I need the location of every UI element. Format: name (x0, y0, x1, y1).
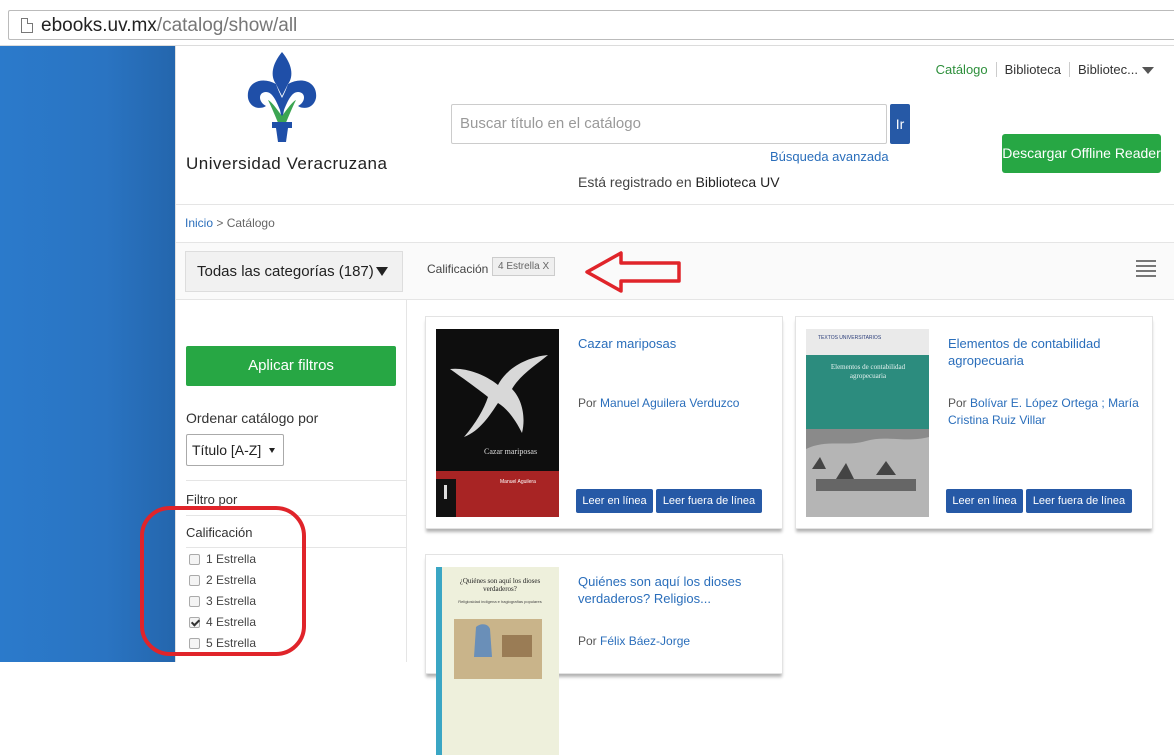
cover-author: Manuel Aguilera (500, 479, 536, 485)
by-prefix: Por (578, 396, 597, 410)
registered-prefix: Está registrado en (578, 174, 692, 190)
author-link[interactable]: Félix Báez-Jorge (600, 634, 690, 648)
search-button[interactable]: Ir (890, 104, 910, 144)
book-author: Por Félix Báez-Jorge (578, 633, 778, 650)
book-card: ¿Quiénes son aquí los dioses verdaderos?… (425, 554, 783, 755)
order-select-value: Título [A-Z] (192, 442, 262, 458)
author-link[interactable]: Manuel Aguilera Verduzco (600, 396, 739, 410)
cover-title: Cazar mariposas (484, 447, 538, 456)
book-cover-elementos-contabilidad[interactable]: TEXTOS UNIVERSITARIOS Elementos de conta… (806, 329, 929, 517)
cover-photo-icon (806, 329, 929, 517)
filter-sidebar: Aplicar filtros Ordenar catálogo por Tít… (140, 300, 407, 662)
active-filter-label: Calificación : (427, 262, 496, 276)
select-arrow-icon (269, 448, 275, 453)
by-prefix: Por (578, 634, 597, 648)
author-link[interactable]: Bolívar E. López Ortega ; María Cristina… (948, 396, 1139, 427)
divider (186, 480, 406, 481)
red-circle-annotation (140, 506, 306, 656)
top-navigation: Catálogo Biblioteca Bibliotec... (928, 62, 1162, 77)
book-cover-quienes-son[interactable]: ¿Quiénes son aquí los dioses verdaderos?… (436, 567, 559, 755)
categories-dropdown-label: Todas las categorías (187) (197, 263, 374, 280)
read-online-button[interactable]: Leer en línea (946, 489, 1023, 513)
url-text: ebooks.uv.mx/catalog/show/all (41, 15, 297, 37)
cover-figure-icon (436, 329, 559, 517)
registration-status: Está registrado en Biblioteca UV (578, 174, 780, 190)
read-offline-button[interactable]: Leer fuera de línea (1026, 489, 1132, 513)
cover-series: TEXTOS UNIVERSITARIOS (818, 335, 882, 341)
nav-catalogo-link[interactable]: Catálogo (928, 62, 996, 77)
book-card: Cazar mariposas Manuel Aguilera Cazar ma… (425, 316, 783, 529)
book-title-link[interactable]: Elementos de contabilidad agropecuaria (948, 335, 1143, 369)
order-select[interactable]: Título [A-Z] (186, 434, 284, 466)
breadcrumb-separator: > (216, 216, 224, 230)
site-container: Universidad Veracruzana Catálogo Bibliote… (140, 46, 1174, 755)
url-path: /catalog/show/all (156, 15, 298, 36)
red-arrow-annotation (585, 251, 681, 293)
browser-address-bar: ebooks.uv.mx/catalog/show/all (0, 0, 1174, 46)
search-input[interactable]: Buscar título en el catálogo (451, 104, 887, 144)
book-title-link[interactable]: Cazar mariposas (578, 335, 773, 352)
cover-title: Elementos de contabilidad agropecuaria (830, 363, 906, 380)
cover-subtitle: Religiosidad indígena e hagiografías pop… (458, 599, 542, 604)
read-offline-button[interactable]: Leer fuera de línea (656, 489, 762, 513)
book-cover-cazar-mariposas[interactable]: Cazar mariposas Manuel Aguilera (436, 329, 559, 517)
url-field[interactable]: ebooks.uv.mx/catalog/show/all (8, 10, 1174, 40)
cover-title: ¿Quiénes son aquí los dioses verdaderos? (459, 577, 541, 593)
breadcrumb: Inicio > Catálogo (185, 216, 275, 230)
nav-library-label: Bibliotec... (1078, 62, 1138, 77)
nav-biblioteca-link[interactable]: Biblioteca (995, 62, 1069, 77)
url-host: ebooks.uv.mx (41, 15, 157, 36)
breadcrumb-home-link[interactable]: Inicio (185, 216, 213, 230)
apply-filters-button[interactable]: Aplicar filtros (186, 346, 396, 386)
triangle-down-icon (376, 267, 388, 276)
download-offline-reader-button[interactable]: Descargar Offline Reader (1002, 134, 1161, 173)
university-logo[interactable]: Universidad Veracruzana (186, 50, 388, 180)
book-card: TEXTOS UNIVERSITARIOS Elementos de conta… (795, 316, 1153, 529)
breadcrumb-current: Catálogo (226, 216, 275, 230)
nav-library-dropdown[interactable]: Bibliotec... (1069, 62, 1162, 77)
divider (176, 204, 1174, 205)
categories-dropdown[interactable]: Todas las categorías (187) (185, 251, 403, 292)
list-view-icon[interactable] (1136, 260, 1156, 280)
cover-painting-icon (436, 567, 559, 755)
active-filter-tag[interactable]: 4 Estrella X (492, 257, 556, 276)
order-label: Ordenar catálogo por (186, 410, 319, 426)
book-title-link[interactable]: Quiénes son aquí los dioses verdaderos? … (578, 573, 773, 607)
page-icon (21, 18, 33, 33)
book-author: Por Bolívar E. López Ortega ; María Cris… (948, 395, 1148, 429)
advanced-search-link[interactable]: Búsqueda avanzada (770, 149, 889, 164)
filter-label: Filtro por (186, 492, 238, 507)
filter-bar: Todas las categorías (187) Calificación … (176, 243, 1174, 300)
book-author: Por Manuel Aguilera Verduzco (578, 395, 778, 412)
caret-down-icon (1142, 67, 1154, 75)
university-name: Universidad Veracruzana (186, 154, 388, 173)
registered-library: Biblioteca UV (695, 174, 780, 190)
by-prefix: Por (948, 396, 967, 410)
fleur-de-lis-logo-icon (247, 52, 317, 142)
read-online-button[interactable]: Leer en línea (576, 489, 653, 513)
